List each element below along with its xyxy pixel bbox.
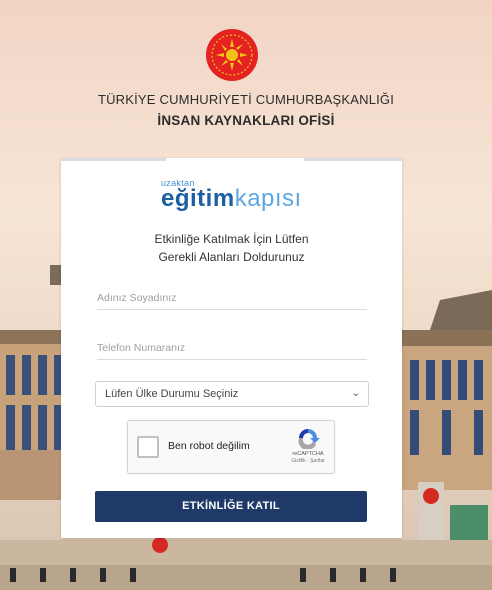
- phone-input[interactable]: [97, 336, 367, 360]
- recaptcha-label: Ben robot değilim: [168, 440, 250, 452]
- join-event-button[interactable]: ETKİNLİĞE KATIL: [95, 491, 367, 522]
- egitim-kapisi-logo: uzaktan eğitimkapısı: [161, 178, 311, 218]
- logo-light-text: kapısı: [234, 185, 302, 212]
- office-title: İNSAN KAYNAKLARI OFİSİ: [157, 113, 335, 128]
- recaptcha-checkbox[interactable]: [137, 436, 159, 458]
- recaptcha-widget: Ben robot değilim reCAPTCHA Gizlilik - Ş…: [127, 420, 335, 474]
- recaptcha-icon: reCAPTCHA Gizlilik - Şartlar: [288, 427, 328, 471]
- recaptcha-brand: reCAPTCHA: [292, 451, 324, 457]
- logo-bold-text: eğitim: [161, 185, 235, 212]
- country-select-value: Lüfen Ülke Durumu Seçiniz: [105, 388, 239, 400]
- logo-main-text: eğitimkapısı: [161, 185, 302, 213]
- instruction-line-1: Etkinliğe Katılmak İçin Lütfen: [154, 232, 309, 246]
- registration-card: uzaktan eğitimkapısı Etkinliğe Katılmak …: [61, 158, 402, 538]
- recaptcha-links[interactable]: Gizlilik - Şartlar: [284, 458, 332, 464]
- instruction-line-2: Gerekli Alanları Doldurunuz: [158, 250, 305, 264]
- presidential-seal-icon: [205, 28, 259, 82]
- name-input[interactable]: [97, 286, 367, 310]
- card-top-border: [61, 158, 402, 161]
- chevron-down-icon: ⌄: [351, 388, 360, 399]
- organization-title: TÜRKİYE CUMHURİYETİ CUMHURBAŞKANLIĞI: [97, 92, 395, 107]
- country-status-select[interactable]: Lüfen Ülke Durumu Seçiniz ⌄: [95, 381, 369, 407]
